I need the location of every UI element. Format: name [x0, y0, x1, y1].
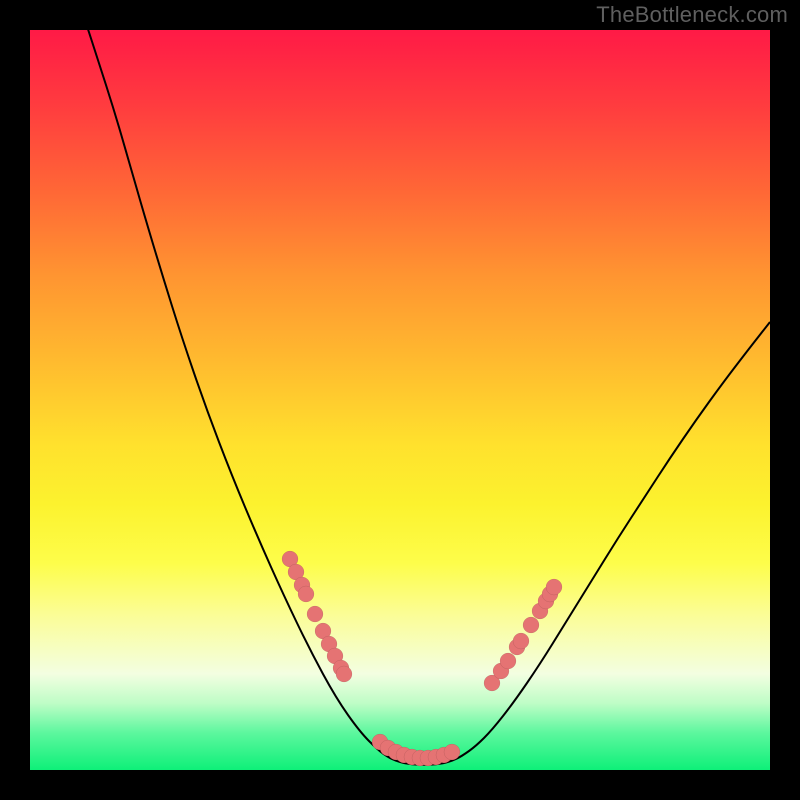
data-dot [500, 653, 516, 669]
curve-svg [30, 30, 770, 770]
chart-container: TheBottleneck.com [0, 0, 800, 800]
data-dot [523, 617, 539, 633]
data-dot [513, 633, 529, 649]
data-dot [298, 586, 314, 602]
plot-area [30, 30, 770, 770]
data-dot [444, 744, 460, 760]
data-dot [336, 666, 352, 682]
bottom-dots-group [372, 734, 460, 766]
right-dots-group [484, 579, 562, 691]
data-dot [307, 606, 323, 622]
data-dot [546, 579, 562, 595]
bottleneck-curve [85, 30, 770, 765]
watermark-text: TheBottleneck.com [596, 2, 788, 28]
